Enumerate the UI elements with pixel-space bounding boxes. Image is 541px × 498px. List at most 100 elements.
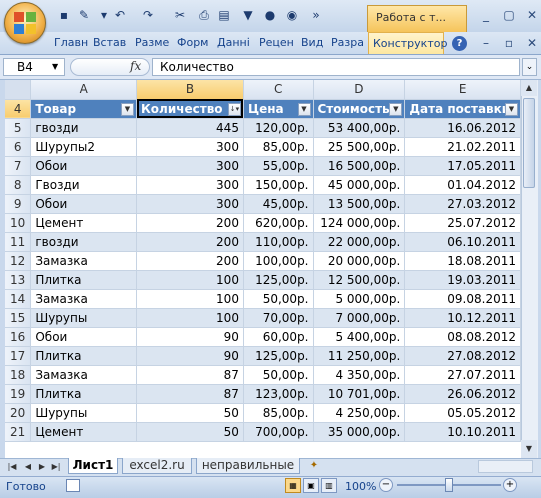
table-cell[interactable]: 123,00р.: [243, 384, 314, 404]
table-cell[interactable]: Замазка: [30, 251, 137, 271]
table-cell[interactable]: 85,00р.: [243, 137, 314, 157]
zoom-slider-thumb[interactable]: [445, 478, 453, 492]
row-header[interactable]: 5: [5, 118, 32, 138]
table-cell[interactable]: 10 701,00р.: [313, 384, 406, 404]
table-cell[interactable]: 124 000,00р.: [313, 213, 406, 233]
tab-insert[interactable]: Вставі: [93, 32, 127, 54]
row-header[interactable]: 11: [5, 232, 32, 252]
filter-dropdown-icon[interactable]: ▼: [389, 102, 403, 116]
column-header-e[interactable]: E: [404, 80, 521, 100]
table-cell[interactable]: 01.04.2012: [404, 175, 521, 195]
table-cell[interactable]: 70,00р.: [243, 308, 314, 328]
table-cell[interactable]: 60,00р.: [243, 327, 314, 347]
table-cell[interactable]: 7 000,00р.: [313, 308, 406, 328]
row-header[interactable]: 21: [5, 422, 32, 442]
table-cell[interactable]: 4 250,00р.: [313, 403, 406, 423]
table-cell[interactable]: 200: [136, 213, 244, 233]
row-header[interactable]: 19: [5, 384, 32, 404]
table-cell[interactable]: 90: [136, 346, 244, 366]
table-cell[interactable]: 16 500,00р.: [313, 156, 406, 176]
undo-icon[interactable]: ↶: [112, 7, 128, 23]
row-header[interactable]: 9: [5, 194, 32, 214]
doc-icon[interactable]: ▤: [216, 7, 232, 23]
column-header-b[interactable]: B: [136, 80, 244, 100]
row-header[interactable]: 13: [5, 270, 32, 290]
table-cell[interactable]: 45,00р.: [243, 194, 314, 214]
table-cell[interactable]: 10.10.2011: [404, 422, 521, 442]
table-cell[interactable]: Обои: [30, 156, 137, 176]
table-cell[interactable]: 35 000,00р.: [313, 422, 406, 442]
table-cell[interactable]: 25 500,00р.: [313, 137, 406, 157]
table-cell[interactable]: Шурупы: [30, 403, 137, 423]
table-cell[interactable]: 50: [136, 403, 244, 423]
row-header[interactable]: 20: [5, 403, 32, 423]
filter-dropdown-icon[interactable]: ▼: [505, 102, 518, 116]
zoom-in-icon[interactable]: +: [503, 478, 517, 492]
table-cell[interactable]: 53 400,00р.: [313, 118, 406, 138]
table-cell[interactable]: 300: [136, 156, 244, 176]
table-cell[interactable]: 45 000,00р.: [313, 175, 406, 195]
filter-icon[interactable]: ▼: [240, 7, 256, 23]
table-cell[interactable]: 150,00р.: [243, 175, 314, 195]
scroll-up-icon[interactable]: ▲: [521, 80, 537, 96]
page-break-view-icon[interactable]: ▥: [321, 478, 337, 493]
macro-record-icon[interactable]: [66, 479, 80, 492]
table-cell[interactable]: 18.08.2011: [404, 251, 521, 271]
sheet-tab-2[interactable]: excel2.ru: [122, 458, 192, 474]
table-cell[interactable]: 55,00р.: [243, 156, 314, 176]
table-cell[interactable]: 08.08.2012: [404, 327, 521, 347]
next-sheet-icon[interactable]: ▶: [36, 460, 48, 473]
table-header-cell[interactable]: Количество ↓▾: [136, 99, 244, 119]
office-button[interactable]: [4, 2, 46, 44]
table-cell[interactable]: 200: [136, 251, 244, 271]
table-cell[interactable]: гвозди: [30, 232, 137, 252]
table-cell[interactable]: 19.03.2011: [404, 270, 521, 290]
insert-sheet-icon[interactable]: ✦: [305, 460, 323, 473]
table-cell[interactable]: 4 350,00р.: [313, 365, 406, 385]
column-header-d[interactable]: D: [313, 80, 406, 100]
table-cell[interactable]: 25.07.2012: [404, 213, 521, 233]
table-cell[interactable]: 27.08.2012: [404, 346, 521, 366]
row-header[interactable]: 14: [5, 289, 32, 309]
row-header[interactable]: 12: [5, 251, 32, 271]
table-cell[interactable]: 5 000,00р.: [313, 289, 406, 309]
tool-icon[interactable]: ✂: [172, 7, 188, 23]
table-cell[interactable]: 300: [136, 175, 244, 195]
row-header[interactable]: 18: [5, 365, 32, 385]
help-icon[interactable]: ?: [452, 36, 467, 51]
table-cell[interactable]: 12 500,00р.: [313, 270, 406, 290]
save-icon[interactable]: ▪: [56, 7, 72, 23]
select-all-corner[interactable]: [5, 80, 32, 100]
dropdown-icon[interactable]: ▾: [96, 7, 112, 23]
table-cell[interactable]: Замазка: [30, 289, 137, 309]
redo-icon[interactable]: ↷: [140, 7, 156, 23]
table-cell[interactable]: 100: [136, 308, 244, 328]
last-sheet-icon[interactable]: ▶|: [50, 460, 62, 473]
table-header-cell[interactable]: Дата поставки ▼: [404, 99, 521, 119]
table-cell[interactable]: 09.08.2011: [404, 289, 521, 309]
ribbon-minimize-button[interactable]: –: [474, 34, 498, 52]
table-cell[interactable]: 100: [136, 289, 244, 309]
table-cell[interactable]: 100: [136, 270, 244, 290]
tab-formulas[interactable]: Форм: [177, 32, 210, 54]
table-cell[interactable]: 90: [136, 327, 244, 347]
print-icon[interactable]: ⎙: [196, 7, 212, 23]
table-cell[interactable]: Шурупы2: [30, 137, 137, 157]
ribbon-close-button[interactable]: ✕: [520, 34, 541, 52]
minimize-button[interactable]: _: [474, 6, 498, 24]
row-header[interactable]: 7: [5, 156, 32, 176]
table-cell[interactable]: Обои: [30, 327, 137, 347]
horizontal-scrollbar[interactable]: [478, 460, 533, 473]
function-icon[interactable]: fx: [130, 59, 141, 73]
row-header[interactable]: 6: [5, 137, 32, 157]
table-cell[interactable]: 200: [136, 232, 244, 252]
row-header[interactable]: 17: [5, 346, 32, 366]
row-header[interactable]: 8: [5, 175, 32, 195]
table-cell[interactable]: 20 000,00р.: [313, 251, 406, 271]
sheet-tab-3[interactable]: неправильные: [196, 458, 300, 474]
tab-developer[interactable]: Разра: [331, 32, 365, 54]
more-icon[interactable]: »: [308, 7, 324, 23]
table-cell[interactable]: 17.05.2011: [404, 156, 521, 176]
table-cell[interactable]: 50,00р.: [243, 289, 314, 309]
table-cell[interactable]: 87: [136, 365, 244, 385]
